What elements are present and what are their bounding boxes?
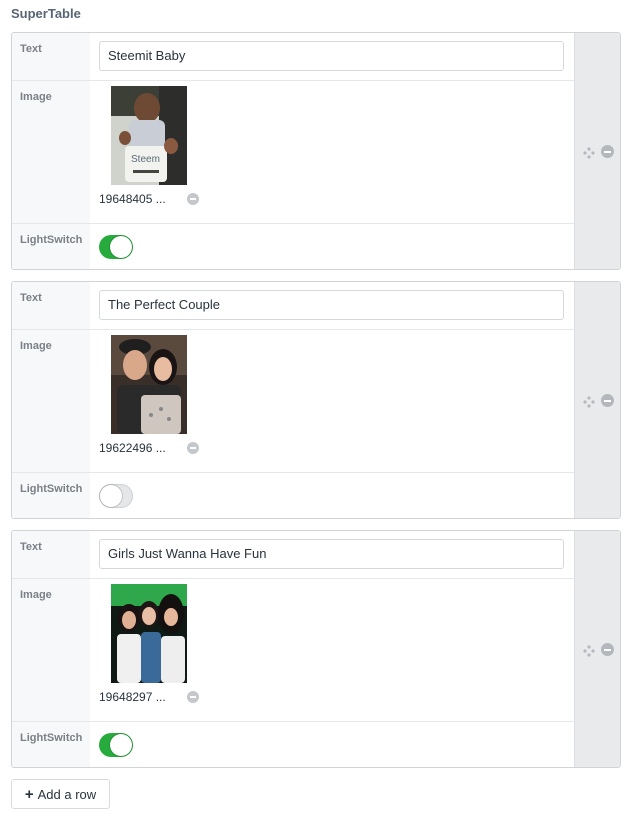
image-thumbnail[interactable]: Steem bbox=[111, 86, 187, 185]
text-input[interactable]: The Perfect Couple bbox=[99, 290, 564, 320]
block-fields: Text The Perfect Couple Image 19622496 .… bbox=[12, 282, 575, 518]
label-cell: Text bbox=[12, 282, 90, 329]
supertable-block: Text The Perfect Couple Image 19622496 .… bbox=[11, 281, 621, 519]
block-fields: Text Girls Just Wanna Have Fun Image 196… bbox=[12, 531, 575, 767]
image-field-label: Image bbox=[20, 589, 52, 601]
label-cell: Text bbox=[12, 531, 90, 578]
add-row-button[interactable]: + Add a row bbox=[11, 779, 110, 809]
block-actions bbox=[574, 33, 620, 269]
label-cell: Image bbox=[12, 579, 90, 721]
supertable-block: Text Steemit Baby Image Steem 19648405 .… bbox=[11, 32, 621, 270]
label-cell: Image bbox=[12, 81, 90, 223]
asset-filename: 19648405 ... bbox=[99, 192, 166, 206]
remove-icon[interactable] bbox=[187, 691, 199, 703]
toggle-knob bbox=[110, 236, 132, 258]
block-actions bbox=[574, 531, 620, 767]
move-icon[interactable] bbox=[583, 644, 595, 657]
label-cell: LightSwitch bbox=[12, 722, 90, 767]
remove-icon[interactable] bbox=[187, 442, 199, 454]
image-field-label: Image bbox=[20, 91, 52, 103]
text-field-label: Text bbox=[20, 43, 42, 55]
remove-icon[interactable] bbox=[187, 193, 199, 205]
field-heading: SuperTable bbox=[11, 6, 81, 21]
image-field-label: Image bbox=[20, 340, 52, 352]
text-field-row: Text The Perfect Couple bbox=[12, 282, 575, 330]
supertable-block: Text Girls Just Wanna Have Fun Image 196… bbox=[11, 530, 621, 768]
label-cell: LightSwitch bbox=[12, 224, 90, 269]
lightswitch-field-label: LightSwitch bbox=[20, 483, 83, 495]
block-actions bbox=[574, 282, 620, 518]
lightswitch-field-label: LightSwitch bbox=[20, 234, 83, 246]
move-icon[interactable] bbox=[583, 395, 595, 408]
lightswitch-toggle[interactable] bbox=[99, 484, 133, 508]
text-field-label: Text bbox=[20, 292, 42, 304]
text-field-row: Text Girls Just Wanna Have Fun bbox=[12, 531, 575, 579]
lightswitch-field-label: LightSwitch bbox=[20, 732, 83, 744]
image-field-row: Image Steem 19648405 ... bbox=[12, 81, 575, 224]
delete-icon[interactable] bbox=[601, 145, 614, 158]
add-row-label: Add a row bbox=[37, 786, 97, 802]
lightswitch-field-row: LightSwitch bbox=[12, 473, 575, 518]
image-field-row: Image bbox=[12, 330, 575, 473]
image-thumbnail[interactable] bbox=[111, 584, 187, 683]
text-input[interactable]: Girls Just Wanna Have Fun bbox=[99, 539, 564, 569]
label-cell: Image bbox=[12, 330, 90, 472]
toggle-knob bbox=[100, 485, 122, 507]
toggle-knob bbox=[110, 734, 132, 756]
image-field-row: Image bbox=[12, 579, 575, 722]
asset-filename: 19622496 ... bbox=[99, 441, 166, 455]
asset-filename: 19648297 ... bbox=[99, 690, 166, 704]
delete-icon[interactable] bbox=[601, 643, 614, 656]
lightswitch-toggle[interactable] bbox=[99, 733, 133, 757]
plus-icon: + bbox=[24, 785, 34, 803]
lightswitch-toggle[interactable] bbox=[99, 235, 133, 259]
lightswitch-field-row: LightSwitch bbox=[12, 722, 575, 767]
delete-icon[interactable] bbox=[601, 394, 614, 407]
text-field-label: Text bbox=[20, 541, 42, 553]
label-cell: LightSwitch bbox=[12, 473, 90, 518]
move-icon[interactable] bbox=[583, 146, 595, 159]
label-cell: Text bbox=[12, 33, 90, 80]
lightswitch-field-row: LightSwitch bbox=[12, 224, 575, 269]
text-field-row: Text Steemit Baby bbox=[12, 33, 575, 81]
text-input[interactable]: Steemit Baby bbox=[99, 41, 564, 71]
block-fields: Text Steemit Baby Image Steem 19648405 .… bbox=[12, 33, 575, 269]
image-thumbnail[interactable] bbox=[111, 335, 187, 434]
svg-text:Steem: Steem bbox=[131, 154, 160, 165]
